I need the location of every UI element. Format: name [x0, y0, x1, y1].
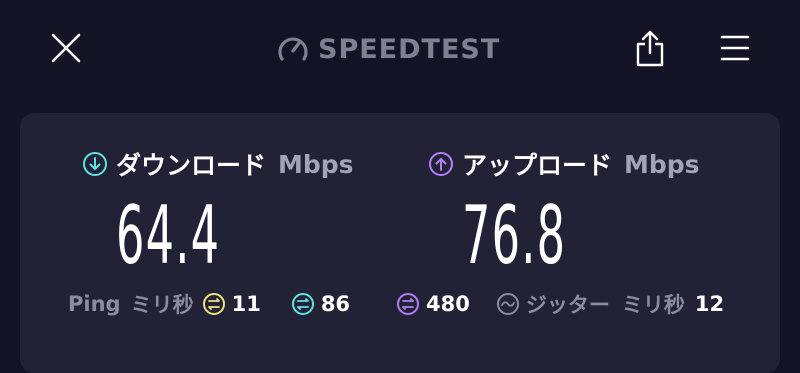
- speedtest-logo: SPEEDTEST: [276, 30, 500, 68]
- upload-arrow-icon: [429, 152, 453, 176]
- menu-button[interactable]: [714, 26, 756, 70]
- ping-unit: ミリ秒: [130, 293, 194, 317]
- upload-unit: Mbps: [624, 149, 700, 179]
- download-arrow-icon: [83, 152, 107, 176]
- idle-latency: 11: [202, 292, 261, 316]
- menu-icon: [720, 35, 750, 61]
- download-latency: 86: [291, 292, 350, 316]
- download-unit: Mbps: [278, 149, 354, 179]
- jitter: ジッター ミリ秒 12: [496, 289, 724, 319]
- latency-row: Ping ミリ秒 11 86 480 ジッター ミリ秒 12: [68, 288, 768, 320]
- jitter-unit: ミリ秒: [621, 293, 685, 317]
- download-speed-value: 64.4: [116, 189, 221, 282]
- upload-latency-icon: [397, 293, 420, 315]
- close-button[interactable]: [44, 26, 88, 70]
- download-header: ダウンロード Mbps: [82, 148, 354, 180]
- upload-speed-value: 76.8: [462, 189, 567, 282]
- upload-header: アップロード Mbps: [428, 148, 700, 180]
- idle-latency-value: 11: [231, 292, 261, 316]
- upload-label: アップロード: [462, 151, 613, 180]
- jitter-value: 12: [694, 292, 725, 316]
- download-latency-icon: [291, 293, 314, 315]
- gauge-icon: [278, 37, 308, 61]
- ping-label: Ping: [68, 292, 121, 316]
- idle-latency-icon: [202, 293, 225, 315]
- share-icon: [636, 30, 664, 67]
- jitter-icon: [496, 293, 519, 315]
- upload-latency: 480: [396, 292, 470, 316]
- download-latency-value: 86: [320, 292, 351, 316]
- jitter-label: ジッター: [525, 293, 610, 317]
- top-bar: SPEEDTEST: [0, 0, 800, 96]
- upload-latency-value: 480: [426, 292, 470, 316]
- close-icon: [51, 33, 81, 63]
- download-label: ダウンロード: [116, 151, 267, 180]
- share-button[interactable]: [630, 26, 670, 70]
- logo-text: SPEEDTEST: [318, 33, 501, 65]
